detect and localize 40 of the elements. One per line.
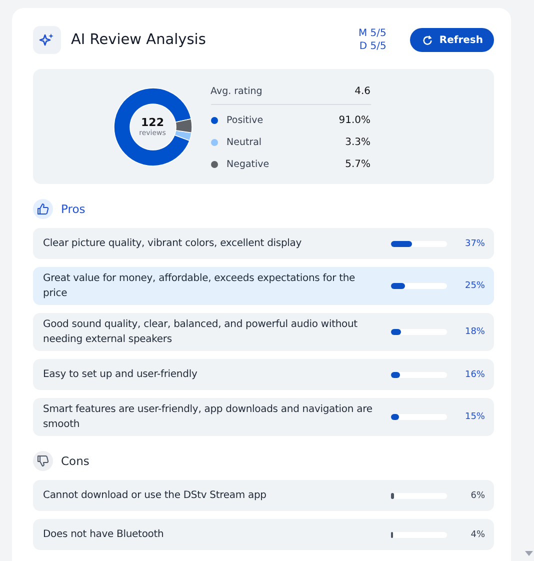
refresh-icon — [422, 34, 434, 46]
refresh-button[interactable]: Refresh — [410, 28, 494, 52]
panel-title: AI Review Analysis — [71, 32, 207, 48]
topic-text: Cannot download or use the DStv Stream app — [43, 489, 268, 503]
topic-text: Easy to set up and user-friendly — [43, 368, 198, 382]
sparkle-icon — [33, 26, 61, 54]
legend-value: 3.3% — [345, 136, 370, 148]
share-percent: 25% — [464, 281, 485, 291]
review-topic-row[interactable]: Easy to set up and user-friendly 16% — [33, 359, 494, 390]
topic-text: Good sound quality, clear, balanced, and powerful audio without needing external speakers — [43, 318, 358, 347]
legend-label: Negative — [226, 158, 270, 170]
share-percent: 15% — [464, 412, 485, 422]
share-percent: 18% — [464, 327, 485, 337]
topic-text: Great value for money, affordable, exceeds expectations for the price — [43, 272, 356, 301]
share-percent: 37% — [464, 238, 485, 248]
topic-text: Does not have Bluetooth — [43, 528, 165, 542]
legend-label: Neutral — [226, 136, 262, 148]
section-title: Cons — [61, 454, 90, 468]
legend-label: Positive — [226, 114, 264, 126]
thumbs-up-icon — [33, 199, 53, 219]
review-topic-row[interactable]: Clear picture quality, vibrant colors, excellent display 37% — [33, 228, 494, 259]
section-title: Pros — [61, 202, 86, 216]
legend-value: 5.7% — [345, 158, 370, 170]
share-percent: 16% — [464, 370, 485, 380]
review-topic-row[interactable]: Great value for money, affordable, exceeds expectations for the price 25% — [33, 267, 494, 305]
thumbs-down-icon — [33, 451, 53, 471]
review-topic-row[interactable]: Smart features are user-friendly, app downloads and navigation are smooth 15% — [33, 398, 494, 436]
quota-label: M 5/5 — [358, 27, 386, 40]
review-topic-row[interactable]: Cannot download or use the DStv Stream app 6% — [33, 480, 494, 511]
share-percent: 6% — [470, 490, 485, 500]
legend-value: 91.0% — [338, 114, 370, 126]
review-topic-row[interactable]: Does not have Bluetooth 4% — [33, 519, 494, 550]
avg-rating-value: 4.6 — [354, 86, 370, 96]
topic-text: Smart features are user-friendly, app downloads and navigation are smooth — [43, 403, 374, 432]
avg-rating-label: Avg. rating — [210, 86, 262, 96]
quota-label: D 5/5 — [359, 40, 386, 53]
review-topic-row[interactable]: Good sound quality, clear, balanced, and powerful audio without needing external speakers 18% — [33, 313, 494, 351]
review-count: 122 — [141, 116, 164, 129]
share-percent: 4% — [470, 530, 485, 540]
topic-text: Clear picture quality, vibrant colors, excellent display — [43, 237, 303, 251]
